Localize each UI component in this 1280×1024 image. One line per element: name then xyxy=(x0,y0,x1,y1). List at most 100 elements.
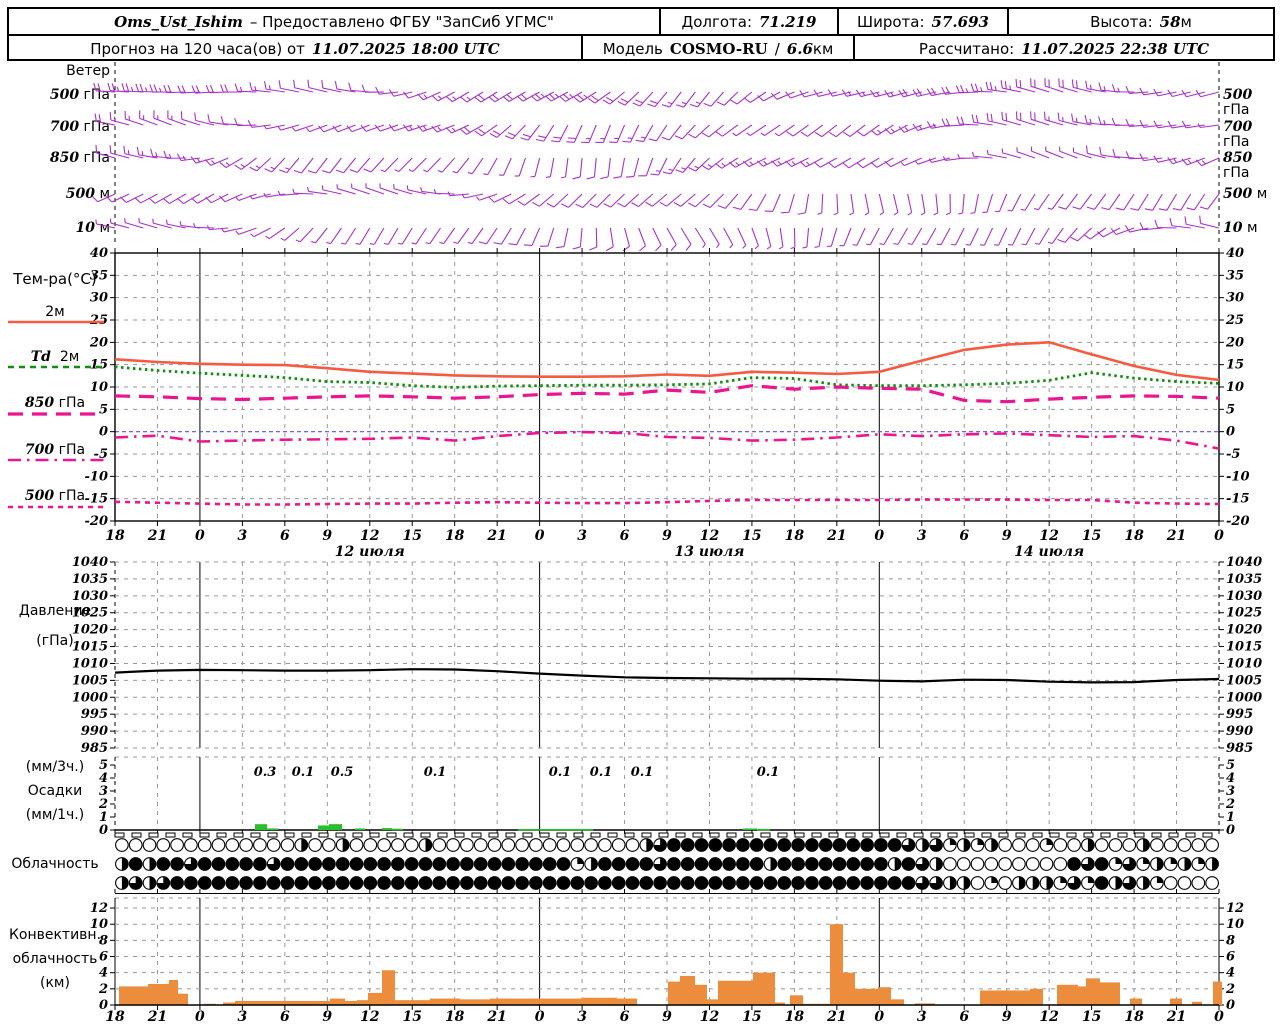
cloud-cover-symbol xyxy=(294,876,309,890)
svg-text:9: 9 xyxy=(662,1009,672,1024)
cloud-cover-symbol xyxy=(708,857,723,871)
cloud-cover-symbol xyxy=(1122,838,1137,852)
convective-cloud-bar xyxy=(1213,981,1222,1005)
svg-text:30: 30 xyxy=(1226,291,1244,306)
cloud-cover-symbol xyxy=(832,857,847,871)
cloud-cover-symbol xyxy=(225,857,240,871)
cloud-cover-symbol xyxy=(1150,838,1164,852)
convective-cloud-bar xyxy=(1030,988,1043,1005)
svg-text:0: 0 xyxy=(1226,425,1235,440)
cloud-cover-symbol xyxy=(418,876,433,890)
precip-bar xyxy=(329,824,342,830)
pressure-chart: 1040 1040 1035 1035 1030 1030 1025 1025 1020 1020… xyxy=(72,555,1262,756)
svg-text:20: 20 xyxy=(1225,335,1244,350)
svg-text:0: 0 xyxy=(535,528,545,544)
svg-text:4: 4 xyxy=(1226,966,1235,981)
precip-3h-value: 0.3 xyxy=(254,765,277,780)
precip-3h-value: 0.1 xyxy=(590,765,613,780)
svg-text:-10: -10 xyxy=(1226,469,1250,484)
cloud-cover-symbol xyxy=(363,838,378,852)
svg-text:25: 25 xyxy=(89,313,108,328)
svg-text:1005: 1005 xyxy=(72,673,108,688)
cloud-cover-symbol xyxy=(418,857,433,871)
precip-3h-value: 0.1 xyxy=(631,765,654,780)
cloud-cover-symbol xyxy=(142,838,157,852)
cloud-cover-symbol xyxy=(791,857,805,871)
svg-text:6: 6 xyxy=(959,1009,969,1024)
cloud-cover-symbol xyxy=(805,876,819,890)
cloud-cover-symbol xyxy=(818,838,833,852)
cloud-cover-symbol xyxy=(736,857,750,871)
svg-text:10: 10 xyxy=(1226,917,1244,932)
cloud-cover-symbol xyxy=(322,857,336,871)
svg-text:12: 12 xyxy=(360,528,380,544)
convective-cloud-bar xyxy=(460,999,490,1005)
cloud-cover-symbol xyxy=(874,838,888,852)
cloud-cover-symbol xyxy=(308,876,322,890)
svg-text:6: 6 xyxy=(620,1009,630,1024)
cloud-cover-symbol xyxy=(943,857,957,871)
svg-text:1020: 1020 xyxy=(1226,623,1262,638)
svg-text:0: 0 xyxy=(99,425,108,440)
cloud-cover-symbol xyxy=(998,838,1012,852)
cloud-cover-symbol xyxy=(970,857,985,871)
cloud-cover-symbol xyxy=(611,857,626,871)
cloud-cover-symbol xyxy=(832,838,847,852)
cloud-cover-symbol xyxy=(363,876,378,890)
convective-cloud-bar xyxy=(169,979,178,1005)
cloud-cover-symbol xyxy=(211,838,226,852)
cloud-cover-symbol xyxy=(680,857,695,871)
svg-text:3: 3 xyxy=(917,1009,927,1024)
svg-text:40: 40 xyxy=(1226,246,1244,261)
cloud-cover-symbol xyxy=(170,857,184,871)
cloud-cover-symbol xyxy=(432,857,447,871)
svg-text:2: 2 xyxy=(1225,982,1235,997)
precip-3h-value: 0.1 xyxy=(424,765,447,780)
svg-text:15: 15 xyxy=(1082,1009,1101,1024)
convective-cloud-bar xyxy=(680,975,695,1005)
cloud-cover-symbol xyxy=(487,857,502,871)
cloud-cover-symbol xyxy=(1191,876,1206,890)
cloud-cover-symbol xyxy=(667,857,681,871)
cloud-cover-symbol xyxy=(473,838,488,852)
cloud-cover-symbol xyxy=(1177,876,1192,890)
svg-text:12: 12 xyxy=(1039,528,1059,544)
cloud-cover-symbol xyxy=(708,876,723,890)
cloud-cover-symbol xyxy=(832,876,847,890)
convective-cloud-bar xyxy=(134,986,148,1005)
svg-text:3: 3 xyxy=(238,1009,248,1024)
cloud-cover-symbol xyxy=(749,857,764,871)
svg-text:15: 15 xyxy=(1226,358,1244,373)
cloud-cover-symbol xyxy=(1163,838,1178,852)
convective-cloud-bar xyxy=(1057,984,1078,1005)
cloud-cover-symbol xyxy=(598,876,612,890)
svg-text:-20: -20 xyxy=(85,514,109,529)
cloud-cover-symbol xyxy=(584,876,598,890)
cloud-cover-symbol xyxy=(253,876,267,890)
precip-3h-value: 0.1 xyxy=(549,765,572,780)
svg-text:1000: 1000 xyxy=(72,690,108,705)
cloud-cover-symbol xyxy=(611,876,626,890)
precip-bar xyxy=(543,828,568,831)
svg-text:6: 6 xyxy=(280,528,290,544)
cloud-cover-symbol xyxy=(680,876,695,890)
svg-text:21: 21 xyxy=(486,528,506,544)
svg-text:1010: 1010 xyxy=(1226,656,1262,671)
cloud-cover-symbol xyxy=(846,838,861,852)
cloud-cover-symbol xyxy=(335,876,350,890)
svg-text:21: 21 xyxy=(147,1009,167,1024)
svg-text:21: 21 xyxy=(486,1009,506,1024)
cloud-cover-symbol xyxy=(197,876,212,890)
svg-text:0: 0 xyxy=(195,528,205,544)
cloud-cover-symbol xyxy=(156,857,171,871)
svg-text:12: 12 xyxy=(90,901,108,916)
cloud-cover-symbol xyxy=(529,876,543,890)
svg-text:18: 18 xyxy=(785,1009,805,1024)
temp-x-axis-labels: 18 21 0 3 6 9 12 15 18 21 0 3 6 9 12 15 18 21 0 3 6 9 12 15 18 21… xyxy=(105,528,1224,560)
convective-cloud-bar xyxy=(148,983,169,1005)
svg-text:995: 995 xyxy=(81,707,108,722)
convective-cloud-bar xyxy=(1130,998,1142,1005)
cloud-cover-symbol xyxy=(473,876,488,890)
cloud-cover-symbol xyxy=(667,838,681,852)
precip-3h-value: 0.5 xyxy=(331,765,354,780)
